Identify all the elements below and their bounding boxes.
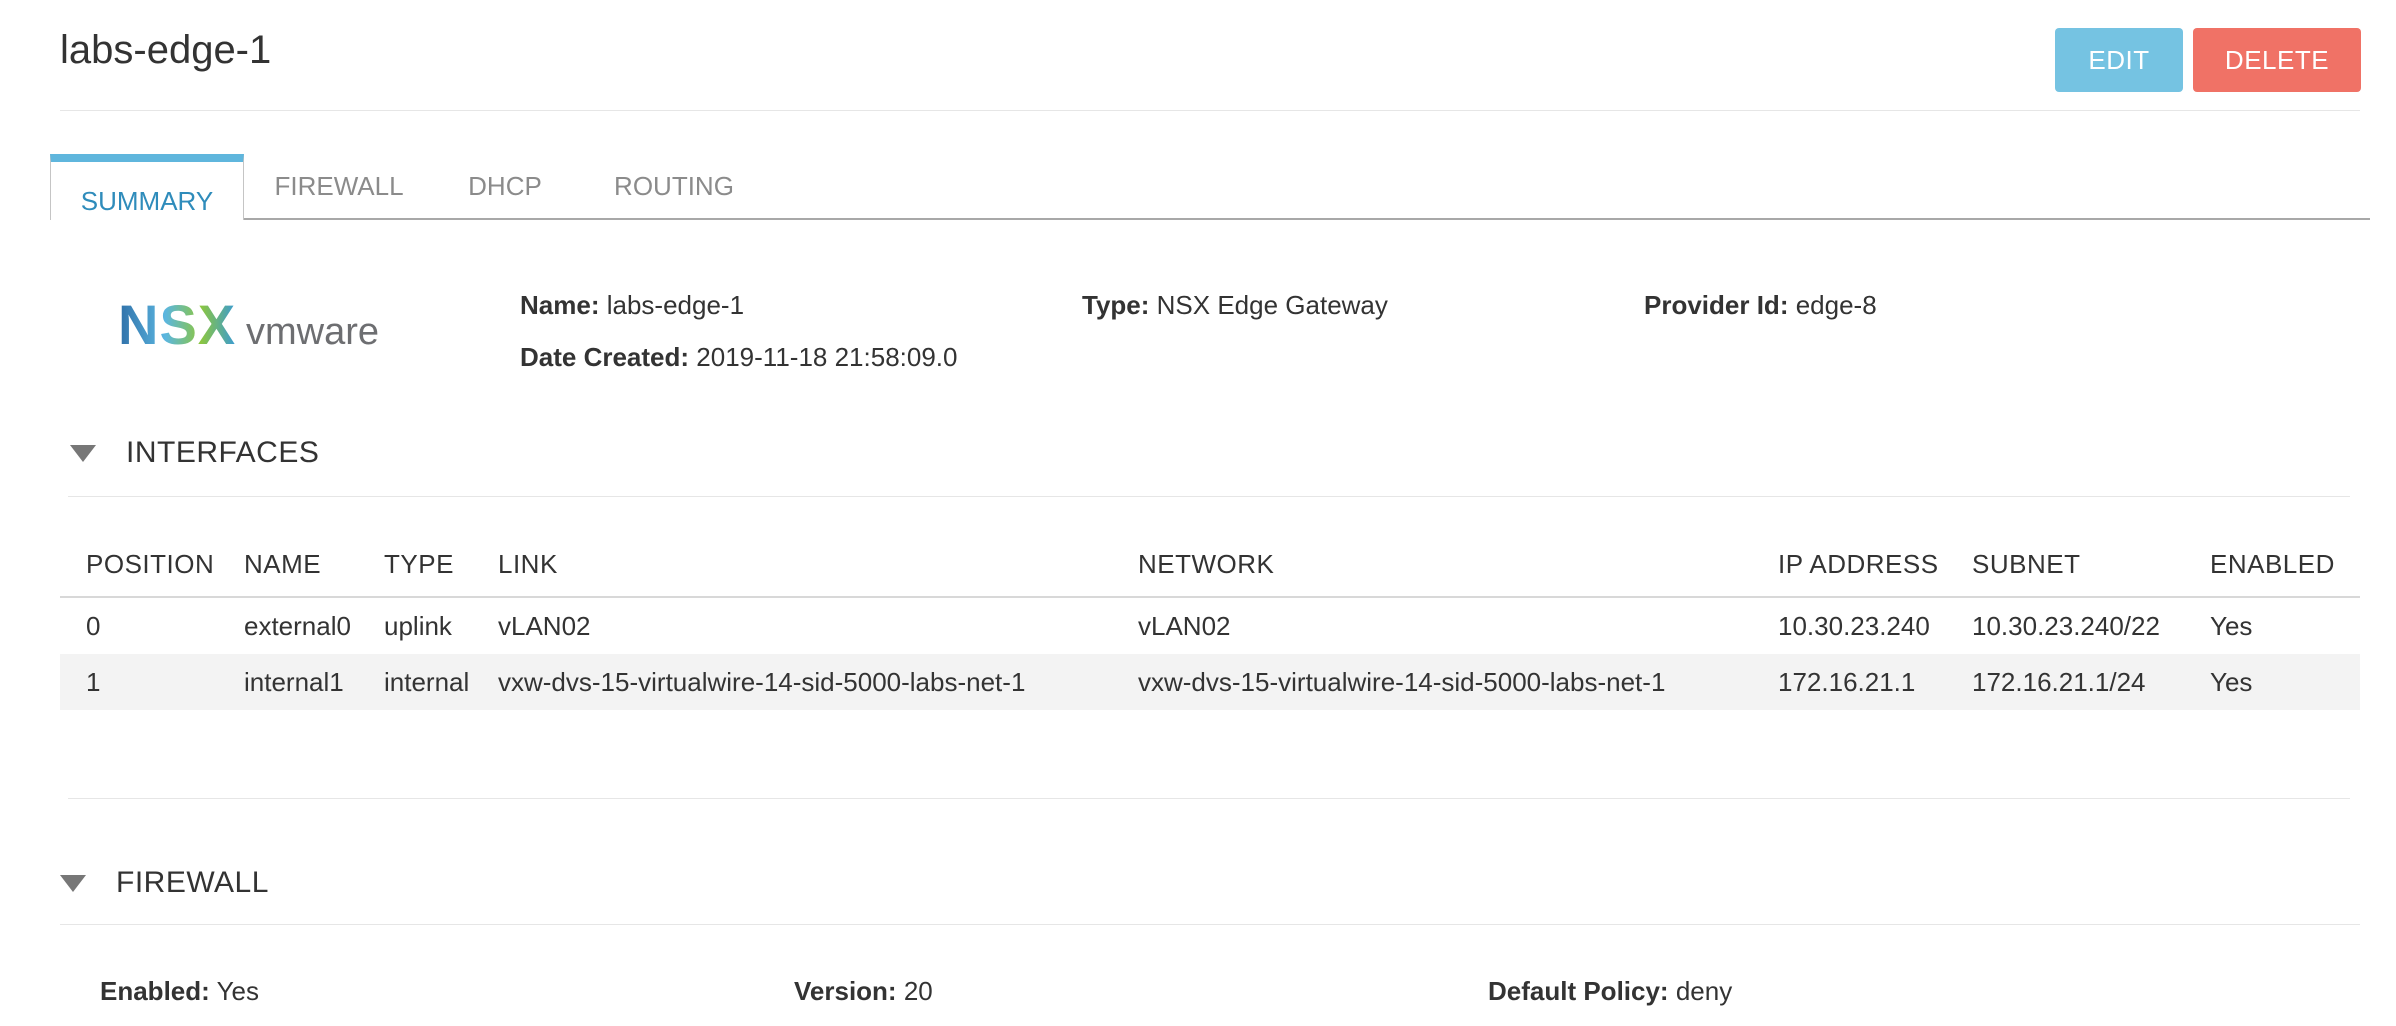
summary-type-value: NSX Edge Gateway: [1156, 290, 1388, 320]
tab-dhcp[interactable]: DHCP: [450, 154, 560, 218]
col-enabled[interactable]: ENABLED: [2184, 532, 2360, 598]
tab-routing[interactable]: ROUTING: [594, 154, 754, 218]
cell-position: 1: [60, 654, 218, 710]
tab-summary[interactable]: SUMMARY: [50, 154, 244, 220]
cell-name: internal1: [218, 654, 358, 710]
cell-subnet: 10.30.23.240/22: [1972, 610, 2160, 641]
tab-bar: SUMMARY FIREWALL DHCP ROUTING: [50, 154, 2370, 220]
cell-type: internal: [358, 654, 472, 710]
col-name[interactable]: NAME: [218, 532, 358, 598]
nsx-vmware-logo: NSX vmware: [118, 296, 379, 356]
summary-name: Name: labs-edge-1: [520, 290, 744, 321]
interfaces-table: POSITION NAME TYPE LINK NETWORK IP ADDRE…: [60, 532, 2360, 710]
summary-date-label: Date Created:: [520, 342, 690, 372]
table-header-row: POSITION NAME TYPE LINK NETWORK IP ADDRE…: [60, 532, 2360, 598]
table-row[interactable]: 1 internal1 internal vxw-dvs-15-virtualw…: [60, 654, 2360, 710]
firewall-enabled: Enabled: Yes: [100, 976, 259, 1007]
tab-bar-line: [50, 218, 2370, 220]
cell-position: 0: [86, 610, 101, 641]
header-divider: [60, 110, 2360, 111]
cell-enabled: Yes: [2184, 654, 2360, 710]
cell-enabled: Yes: [2210, 610, 2253, 641]
tab-firewall[interactable]: FIREWALL: [262, 154, 416, 218]
table-row[interactable]: 0 external0 uplink vLAN02 vLAN02 10.30.2…: [60, 597, 2360, 654]
col-subnet[interactable]: SUBNET: [1946, 532, 2184, 598]
summary-type-label: Type:: [1082, 290, 1150, 320]
summary-provider-label: Provider Id:: [1644, 290, 1789, 320]
col-type[interactable]: TYPE: [358, 532, 472, 598]
interfaces-section-title: INTERFACES: [126, 436, 320, 469]
firewall-policy-label: Default Policy:: [1488, 976, 1669, 1006]
interfaces-bottom-divider: [68, 798, 2350, 799]
cell-network: vxw-dvs-15-virtualwire-14-sid-5000-labs-…: [1112, 654, 1752, 710]
cell-name: external0: [244, 610, 351, 641]
interfaces-section-toggle[interactable]: INTERFACES: [70, 436, 319, 470]
cell-type: uplink: [384, 610, 452, 641]
col-network[interactable]: NETWORK: [1112, 532, 1752, 598]
firewall-version: Version: 20: [794, 976, 933, 1007]
col-position[interactable]: POSITION: [60, 532, 218, 598]
cell-link: vLAN02: [498, 610, 591, 641]
summary-provider: Provider Id: edge-8: [1644, 290, 1877, 321]
interfaces-divider: [68, 496, 2350, 497]
summary-name-value: labs-edge-1: [606, 290, 745, 320]
summary-date: Date Created: 2019-11-18 21:58:09.0: [520, 342, 957, 373]
summary-date-value: 2019-11-18 21:58:09.0: [696, 342, 958, 372]
summary-type: Type: NSX Edge Gateway: [1082, 290, 1388, 321]
collapse-triangle-icon: [60, 874, 86, 892]
firewall-enabled-value: Yes: [216, 976, 259, 1006]
collapse-triangle-icon: [70, 444, 96, 462]
cell-ip-address: 172.16.21.1: [1752, 654, 1946, 710]
page-title: labs-edge-1: [60, 28, 272, 72]
delete-button[interactable]: DELETE: [2193, 28, 2361, 92]
firewall-default-policy: Default Policy: deny: [1488, 976, 1732, 1007]
firewall-version-value: 20: [903, 976, 933, 1006]
firewall-version-label: Version:: [794, 976, 897, 1006]
firewall-section-toggle[interactable]: FIREWALL: [60, 866, 269, 900]
cell-ip-address: 10.30.23.240: [1778, 610, 1930, 641]
cell-link: vxw-dvs-15-virtualwire-14-sid-5000-labs-…: [472, 654, 1112, 710]
summary-provider-value: edge-8: [1795, 290, 1877, 320]
cell-subnet: 172.16.21.1/24: [1946, 654, 2184, 710]
col-ip-address[interactable]: IP ADDRESS: [1752, 532, 1946, 598]
logo-nsx-text: NSX: [118, 296, 236, 356]
col-link[interactable]: LINK: [472, 532, 1112, 598]
firewall-section-title: FIREWALL: [116, 866, 269, 899]
summary-name-label: Name:: [520, 290, 600, 320]
edit-button[interactable]: EDIT: [2055, 28, 2183, 92]
firewall-divider: [60, 924, 2360, 925]
logo-vmware-text: vmware: [246, 311, 379, 353]
firewall-policy-value: deny: [1675, 976, 1733, 1006]
firewall-enabled-label: Enabled:: [100, 976, 210, 1006]
cell-network: vLAN02: [1138, 610, 1231, 641]
